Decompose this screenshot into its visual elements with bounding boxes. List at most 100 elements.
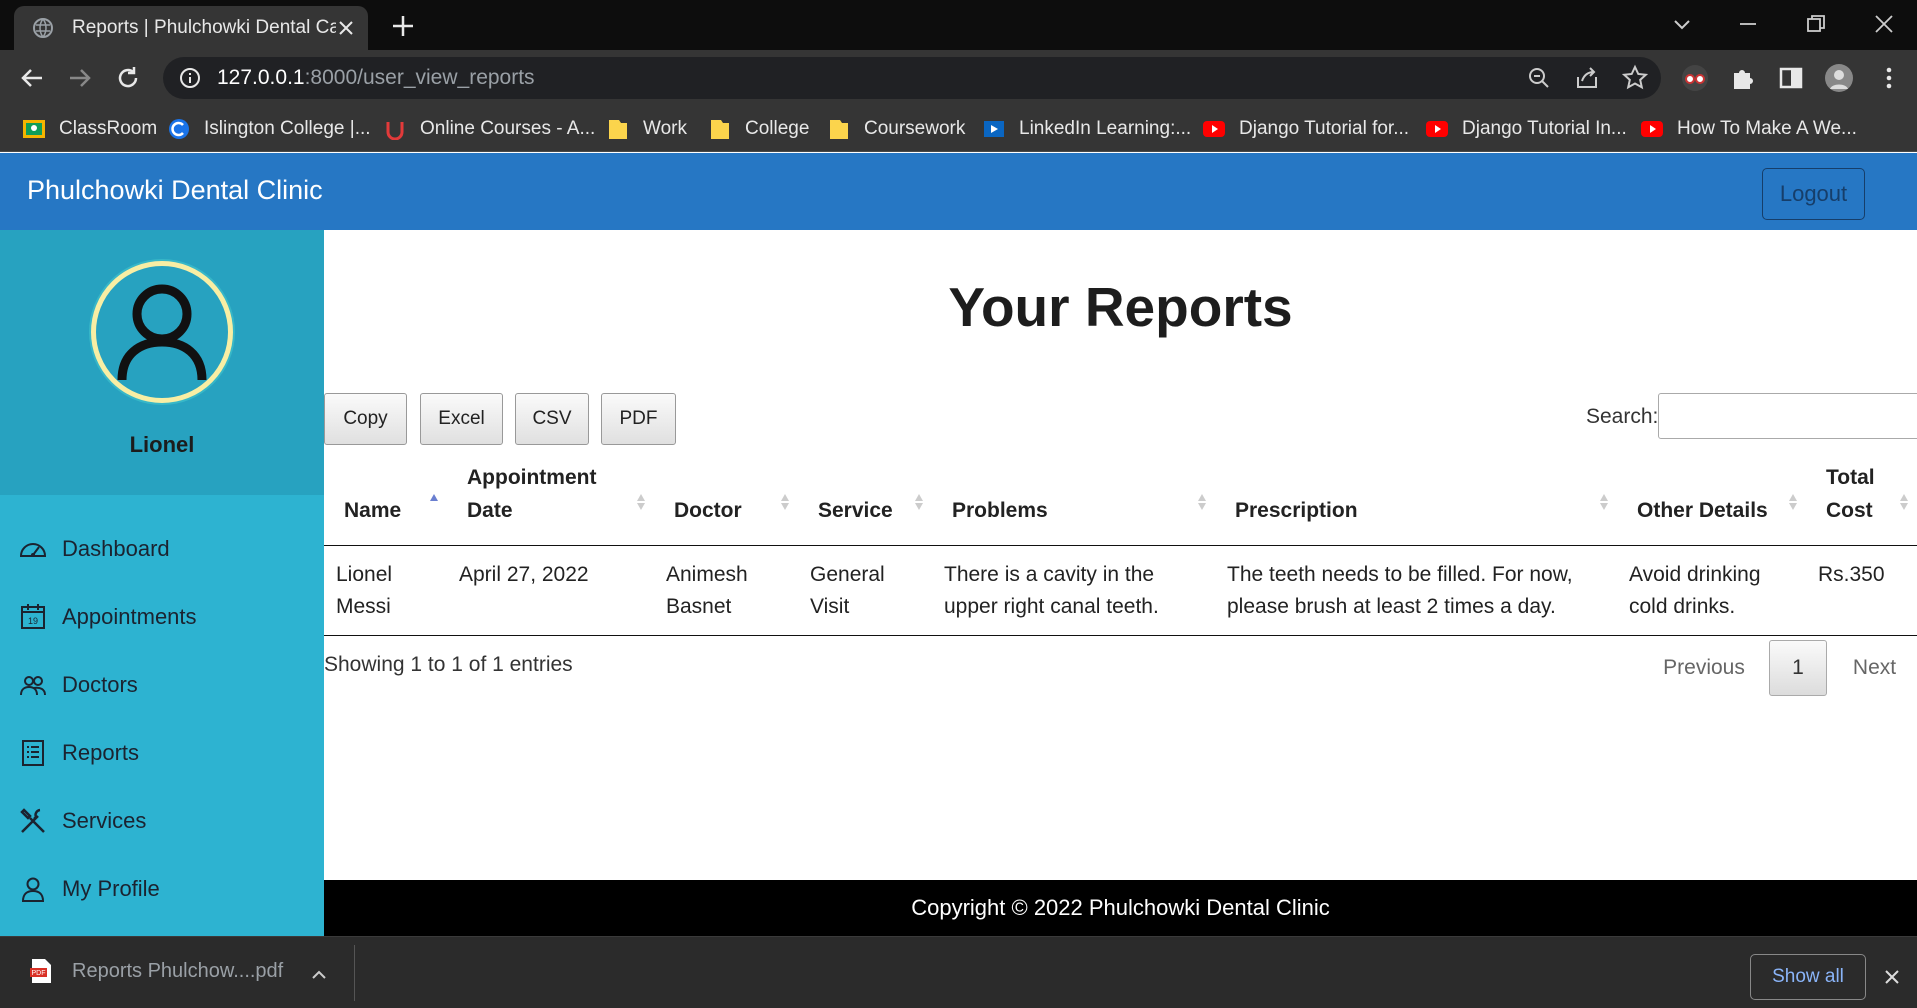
col-header-prescription[interactable]: Prescription <box>1215 458 1617 546</box>
search-input[interactable] <box>1658 393 1917 439</box>
extensions-puzzle-icon[interactable] <box>1728 63 1758 93</box>
sidebar-item-label: Reports <box>62 740 140 765</box>
col-header-appointment-date[interactable]: Appointment Date <box>447 458 654 546</box>
main-content: Your Reports Copy Excel CSV PDF Search: … <box>324 230 1917 880</box>
profile-name: Lionel <box>129 432 195 457</box>
sidebar-item-services[interactable]: Services <box>0 787 324 855</box>
download-filename: Reports Phulchow....pdf <box>72 959 284 982</box>
cell-appointment-date: April 27, 2022 <box>447 545 654 636</box>
copy-button[interactable]: Copy <box>324 393 407 445</box>
sidebar-item-label: Dashboard <box>62 536 170 561</box>
user-icon <box>21 877 45 902</box>
cell-prescription: The teeth needs to be filled. For now, p… <box>1215 545 1617 636</box>
dashboard-icon <box>19 543 47 557</box>
reload-icon[interactable] <box>114 64 142 92</box>
col-header-total-cost[interactable]: Total Cost <box>1806 458 1917 546</box>
udemy-icon <box>386 122 404 140</box>
menu-kebab-icon[interactable] <box>1874 63 1904 93</box>
col-header-service[interactable]: Service <box>798 458 932 546</box>
pagination-next[interactable]: Next <box>1842 640 1907 696</box>
cell-doctor: Animesh Basnet <box>654 545 798 636</box>
reports-table: Name Appointment Date Doctor Service Pro… <box>324 458 1917 636</box>
bookmark-coursework[interactable]: Coursework <box>827 115 965 143</box>
close-window-icon[interactable] <box>1872 12 1896 36</box>
bookmark-django-tutorial-for[interactable]: Django Tutorial for... <box>1202 115 1409 143</box>
share-icon[interactable] <box>1573 64 1601 92</box>
sidebar-item-label: My Profile <box>62 876 160 901</box>
bookmark-how-to-make[interactable]: How To Make A We... <box>1640 115 1857 143</box>
bookmark-django-tutorial-in[interactable]: Django Tutorial In... <box>1425 115 1627 143</box>
footer: Copyright © 2022 Phulchowki Dental Clini… <box>324 880 1917 936</box>
col-header-problems[interactable]: Problems <box>932 458 1215 546</box>
youtube-icon <box>1203 121 1225 137</box>
cell-other-details: Avoid drinking cold drinks. <box>1617 545 1806 636</box>
show-all-button[interactable]: Show all <box>1750 954 1866 1000</box>
bookmarks-bar: ClassRoom Islington College |... Online … <box>0 106 1917 152</box>
tools-icon <box>20 808 45 833</box>
app-navbar: Phulchowki Dental Clinic Logout <box>0 153 1917 230</box>
minimize-icon[interactable] <box>1736 12 1760 36</box>
cell-service: General Visit <box>798 545 932 636</box>
folder-icon <box>711 120 729 139</box>
brand-link[interactable]: Phulchowki Dental Clinic <box>27 175 323 206</box>
bookmark-linkedin-learning[interactable]: LinkedIn Learning:... <box>982 115 1191 143</box>
side-panel-icon[interactable] <box>1776 63 1806 93</box>
reports-icon <box>22 740 44 766</box>
globe-icon <box>33 18 53 38</box>
new-tab-icon[interactable] <box>390 13 416 39</box>
sort-icon <box>637 493 645 510</box>
downloads-bar: PDF Reports Phulchow....pdf Show all <box>0 936 1917 1008</box>
bookmark-islington[interactable]: Islington College |... <box>167 115 371 143</box>
col-header-other-details[interactable]: Other Details <box>1617 458 1806 546</box>
download-item[interactable]: PDF Reports Phulchow....pdf <box>30 958 283 984</box>
close-icon[interactable] <box>1882 967 1902 987</box>
youtube-icon <box>1641 121 1663 137</box>
sidebar-item-doctors[interactable]: Doctors <box>0 651 324 719</box>
bookmark-star-icon[interactable] <box>1621 64 1649 92</box>
pagination-page-1[interactable]: 1 <box>1769 640 1827 696</box>
cell-name: Lionel Messi <box>324 545 447 636</box>
sidebar-item-label: Appointments <box>62 604 197 629</box>
profile-avatar-icon[interactable] <box>1824 63 1854 93</box>
page-title: Your Reports <box>948 276 1293 338</box>
back-icon[interactable] <box>18 64 46 92</box>
site-info-icon[interactable] <box>179 67 201 89</box>
close-tab-icon[interactable] <box>336 18 356 38</box>
sort-icon <box>781 493 789 510</box>
sidebar-item-label: Doctors <box>62 672 138 697</box>
bookmark-college[interactable]: College <box>708 115 809 143</box>
bookmark-work[interactable]: Work <box>606 115 687 143</box>
address-bar[interactable]: 127.0.0.1:8000/user_view_reports <box>163 57 1661 99</box>
restore-icon[interactable] <box>1804 12 1828 36</box>
bookmark-classroom[interactable]: ClassRoom <box>22 115 157 143</box>
bookmark-udemy[interactable]: Online Courses - A... <box>383 115 595 143</box>
sidebar: Lionel Dashboard 19 Appointments Doctors… <box>0 230 324 936</box>
forward-icon[interactable] <box>66 64 94 92</box>
user-avatar-icon <box>117 284 207 381</box>
profile-panel: Lionel <box>0 230 324 495</box>
pdf-button[interactable]: PDF <box>601 393 676 445</box>
extension-glasses-icon[interactable] <box>1680 63 1710 93</box>
col-header-doctor[interactable]: Doctor <box>654 458 798 546</box>
doctors-icon <box>20 676 46 696</box>
sidebar-item-appointments[interactable]: 19 Appointments <box>0 583 324 651</box>
sidebar-menu: Dashboard 19 Appointments Doctors Report… <box>0 495 324 923</box>
csv-button[interactable]: CSV <box>515 393 589 445</box>
tab-search-icon[interactable] <box>1670 12 1694 36</box>
college-icon <box>169 119 189 139</box>
sort-asc-icon <box>430 493 438 501</box>
browser-tab[interactable]: Reports | Phulchowki Dental Care <box>14 6 368 50</box>
sidebar-item-reports[interactable]: Reports <box>0 719 324 787</box>
col-header-name[interactable]: Name <box>324 458 447 546</box>
sidebar-item-label: Services <box>62 808 147 833</box>
sidebar-item-my-profile[interactable]: My Profile <box>0 855 324 923</box>
chevron-up-icon[interactable] <box>309 965 329 985</box>
svg-text:PDF: PDF <box>32 970 46 977</box>
browser-toolbar: 127.0.0.1:8000/user_view_reports <box>0 50 1917 106</box>
url-path: :8000/user_view_reports <box>304 66 535 89</box>
pagination-previous[interactable]: Previous <box>1654 640 1754 696</box>
zoom-icon[interactable] <box>1525 64 1553 92</box>
sidebar-item-dashboard[interactable]: Dashboard <box>0 515 324 583</box>
logout-button[interactable]: Logout <box>1762 168 1865 220</box>
excel-button[interactable]: Excel <box>420 393 503 445</box>
